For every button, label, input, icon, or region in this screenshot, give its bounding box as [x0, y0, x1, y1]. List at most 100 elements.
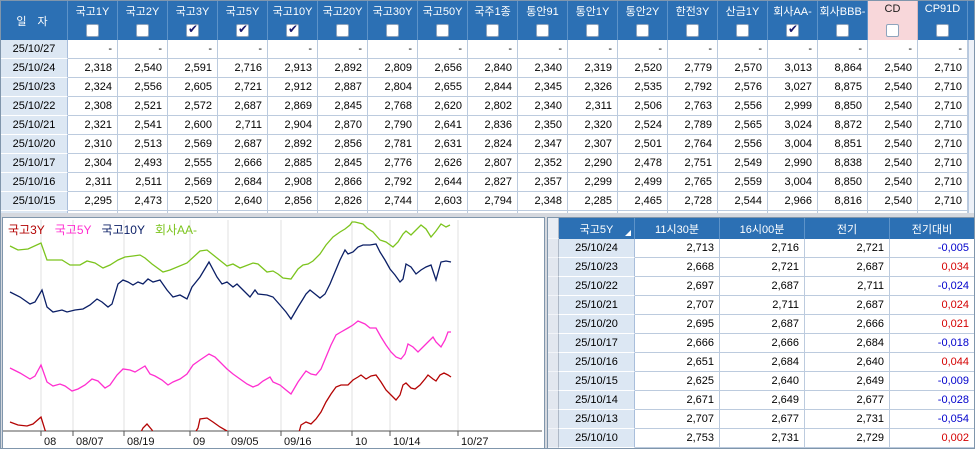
value-cell: 2,350 — [518, 116, 568, 135]
detail-row-selector[interactable] — [548, 372, 559, 391]
table-scrollbar[interactable] — [968, 211, 975, 213]
detail-row-selector[interactable] — [548, 429, 559, 448]
detail-row-selector[interactable] — [548, 258, 559, 277]
column-label: 국고20Y — [323, 3, 363, 19]
detail-row-selector[interactable] — [548, 334, 559, 353]
detail-date-cell[interactable]: 25/10/13 — [559, 410, 635, 429]
column-checkbox[interactable] — [836, 24, 849, 37]
detail-row-selector[interactable] — [548, 391, 559, 410]
column-header-통안1Y[interactable]: 통안1Y — [568, 1, 618, 40]
column-header-산금1Y[interactable]: 산금1Y — [718, 1, 768, 40]
date-cell[interactable]: 25/10/15 — [1, 192, 68, 211]
column-checkbox[interactable] — [336, 24, 349, 37]
detail-date-cell[interactable]: 25/10/24 — [559, 239, 635, 258]
detail-row-selector[interactable] — [548, 353, 559, 372]
date-cell[interactable]: 25/10/27 — [1, 40, 68, 59]
detail-date-cell[interactable]: 25/10/16 — [559, 353, 635, 372]
column-checkbox[interactable] — [686, 24, 699, 37]
column-header-통안91[interactable]: 통안91 — [518, 1, 568, 40]
column-header-한전3Y[interactable]: 한전3Y — [668, 1, 718, 40]
column-header-국고10Y[interactable]: 국고10Y — [268, 1, 318, 40]
column-checkbox[interactable] — [86, 24, 99, 37]
column-header-국고2Y[interactable]: 국고2Y — [118, 1, 168, 40]
column-checkbox[interactable] — [736, 24, 749, 37]
table-scrollbar-top[interactable] — [968, 1, 975, 40]
column-checkbox[interactable] — [586, 24, 599, 37]
date-cell[interactable]: 25/10/24 — [1, 59, 68, 78]
detail-value-cell: 2,649 — [805, 372, 890, 391]
value-cell: 2,605 — [168, 78, 218, 97]
value-cell: - — [618, 40, 668, 59]
table-scrollbar[interactable] — [968, 40, 975, 59]
column-checkbox[interactable] — [286, 24, 299, 37]
detail-row-selector[interactable] — [548, 315, 559, 334]
column-header-통안2Y[interactable]: 통안2Y — [618, 1, 668, 40]
column-header-국고30Y[interactable]: 국고30Y — [368, 1, 418, 40]
table-scrollbar[interactable] — [968, 173, 975, 192]
detail-date-cell[interactable]: 25/10/17 — [559, 334, 635, 353]
date-cell[interactable]: 25/10/20 — [1, 135, 68, 154]
table-scrollbar[interactable] — [968, 78, 975, 97]
table-scrollbar[interactable] — [968, 154, 975, 173]
column-header-CP91D[interactable]: CP91D — [918, 1, 968, 40]
detail-row-selector[interactable] — [548, 239, 559, 258]
value-cell: 2,320 — [568, 116, 618, 135]
table-scrollbar[interactable] — [968, 116, 975, 135]
column-header-국고5Y[interactable]: 국고5Y — [218, 1, 268, 40]
column-checkbox[interactable] — [386, 24, 399, 37]
column-header-국고20Y[interactable]: 국고20Y — [318, 1, 368, 40]
column-checkbox[interactable] — [536, 24, 549, 37]
bond-rates-window: 일 자국고1Y국고2Y국고3Y국고5Y국고10Y국고20Y국고30Y국고50Y국… — [0, 0, 975, 449]
detail-diff-cell: -0,028 — [890, 391, 975, 410]
detail-column-header-전기대비[interactable]: 전기대비 — [890, 218, 975, 239]
detail-date-cell[interactable]: 25/10/15 — [559, 372, 635, 391]
column-checkbox[interactable] — [786, 24, 799, 37]
detail-date-cell[interactable]: 25/10/23 — [559, 258, 635, 277]
detail-column-header-16시00분[interactable]: 16시00분 — [720, 218, 805, 239]
detail-column-header-국고5Y[interactable]: 국고5Y — [559, 218, 635, 239]
column-header-국고50Y[interactable]: 국고50Y — [418, 1, 468, 40]
value-cell: 2,340 — [518, 59, 568, 78]
column-checkbox[interactable] — [886, 24, 899, 37]
column-label: 산금1Y — [726, 3, 760, 19]
detail-date-cell[interactable]: 25/10/20 — [559, 315, 635, 334]
table-scrollbar[interactable] — [968, 97, 975, 116]
column-checkbox[interactable] — [236, 24, 249, 37]
table-scrollbar[interactable] — [968, 192, 975, 211]
detail-date-cell[interactable]: 25/10/10 — [559, 429, 635, 448]
detail-column-header-전기[interactable]: 전기 — [805, 218, 890, 239]
detail-date-cell[interactable]: 25/10/14 — [559, 391, 635, 410]
column-checkbox[interactable] — [186, 24, 199, 37]
column-checkbox[interactable] — [486, 24, 499, 37]
detail-row-selector[interactable] — [548, 410, 559, 429]
sort-icon[interactable] — [625, 230, 631, 236]
date-column-header[interactable]: 일 자 — [1, 1, 68, 40]
date-cell[interactable]: 25/10/17 — [1, 154, 68, 173]
detail-row-selector[interactable] — [548, 296, 559, 315]
column-header-회사BBB-[interactable]: 회사BBB- — [818, 1, 868, 40]
value-cell: - — [818, 40, 868, 59]
value-cell: - — [518, 40, 568, 59]
table-scrollbar[interactable] — [968, 59, 975, 78]
detail-date-cell[interactable]: 25/10/22 — [559, 277, 635, 296]
date-cell[interactable]: 25/10/22 — [1, 97, 68, 116]
value-cell: 2,304 — [68, 154, 118, 173]
date-cell[interactable]: 25/10/16 — [1, 173, 68, 192]
column-checkbox[interactable] — [436, 24, 449, 37]
column-header-회사AA-[interactable]: 회사AA- — [768, 1, 818, 40]
detail-date-cell[interactable]: 25/10/21 — [559, 296, 635, 315]
column-checkbox[interactable] — [636, 24, 649, 37]
detail-row-selector[interactable] — [548, 277, 559, 296]
date-cell[interactable]: 25/10/23 — [1, 78, 68, 97]
value-cell: 2,711 — [218, 116, 268, 135]
column-checkbox[interactable] — [136, 24, 149, 37]
detail-column-header-11시30분[interactable]: 11시30분 — [635, 218, 720, 239]
table-scrollbar[interactable] — [968, 135, 975, 154]
column-header-국고3Y[interactable]: 국고3Y — [168, 1, 218, 40]
column-header-국고1Y[interactable]: 국고1Y — [68, 1, 118, 40]
column-header-국주1종[interactable]: 국주1종 — [468, 1, 518, 40]
date-cell[interactable]: 25/10/21 — [1, 116, 68, 135]
column-header-CD[interactable]: CD — [868, 1, 918, 40]
value-cell: 2,559 — [718, 173, 768, 192]
column-checkbox[interactable] — [936, 24, 949, 37]
